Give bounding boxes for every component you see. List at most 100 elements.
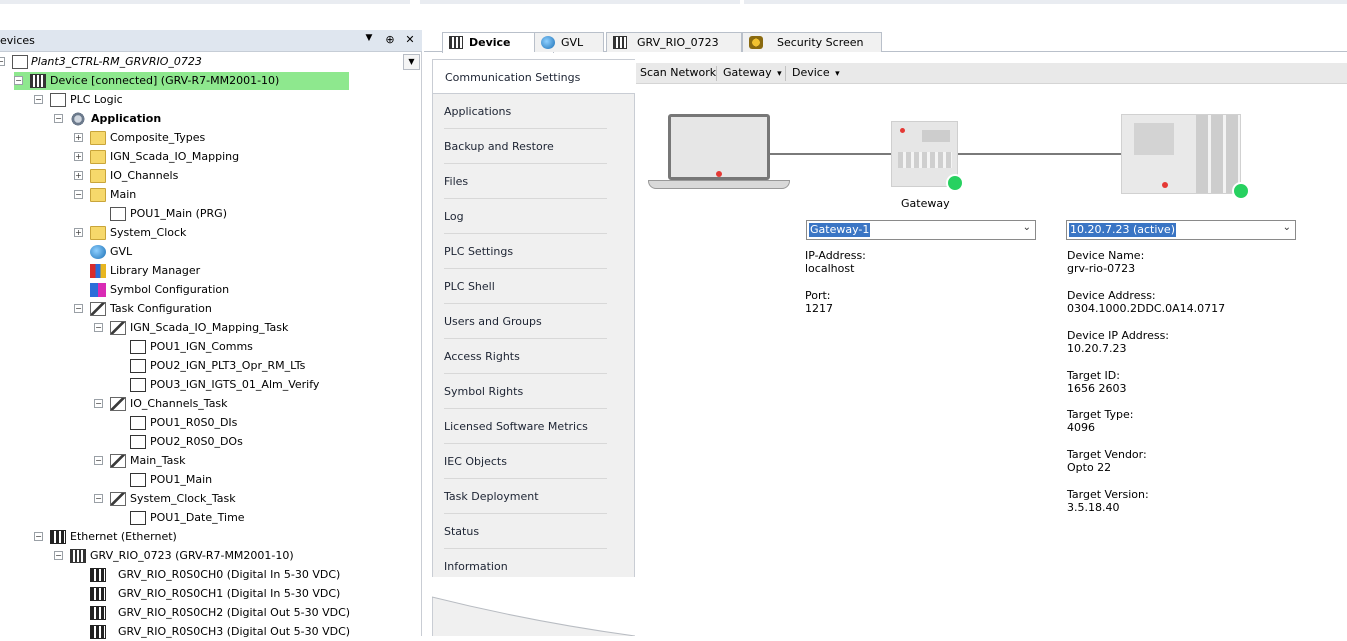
collapse-icon[interactable]: −: [94, 323, 103, 332]
tab-security-screen[interactable]: Security Screen: [742, 32, 882, 52]
project-icon: [12, 55, 28, 69]
folder-icon: [90, 226, 106, 240]
tab-label: Device: [469, 36, 511, 49]
menu-item-plc-shell[interactable]: PLC Shell: [432, 269, 635, 304]
collapse-icon[interactable]: −: [54, 551, 63, 560]
menu-item-access-rights[interactable]: Access Rights: [432, 339, 635, 374]
menu-item-label: Access Rights: [444, 350, 520, 363]
expand-icon[interactable]: +: [74, 152, 83, 161]
expand-icon[interactable]: +: [74, 133, 83, 142]
folder-icon: [90, 169, 106, 183]
menu-item-iec-objects[interactable]: IEC Objects: [432, 444, 635, 479]
toolbar-separator: [716, 66, 717, 81]
project-name: Plant3_CTRL-RM_GRVRIO_0723: [31, 55, 202, 68]
device-ip-label: Device IP Address:: [1067, 329, 1170, 342]
tree-node-label: GRV_RIO_R0S0CH1 (Digital In 5-30 VDC): [118, 587, 341, 600]
device-icon: [613, 36, 627, 49]
menu-item-licensed-software-metrics[interactable]: Licensed Software Metrics: [432, 409, 635, 444]
tree-node-project[interactable]: − Plant3_CTRL-RM_GRVRIO_0723: [0, 53, 400, 71]
globe-icon: [541, 36, 555, 49]
device-menu-label: Device: [792, 66, 830, 79]
device-ip-value: 10.20.7.23: [1067, 342, 1127, 355]
gateway-select[interactable]: Gateway-1 ⌄: [806, 220, 1036, 240]
collapse-icon[interactable]: −: [94, 494, 103, 503]
port-value: 1217: [805, 302, 833, 315]
project-dropdown-icon[interactable]: ▼: [403, 54, 420, 70]
ip-address-label: IP-Address:: [805, 249, 866, 262]
collapse-icon[interactable]: −: [74, 190, 83, 199]
expand-icon[interactable]: +: [74, 171, 83, 180]
io-module-icon: [90, 606, 106, 620]
menu-item-label: Task Deployment: [444, 490, 539, 503]
library-icon: [90, 264, 106, 278]
gateway-select-value: Gateway-1: [809, 223, 871, 237]
io-module-icon: [90, 625, 106, 639]
tree-node-label: GRV_RIO_R0S0CH0 (Digital In 5-30 VDC): [118, 568, 341, 581]
device-settings-menu: Communication Settings Applications Back…: [432, 57, 635, 636]
port-label: Port:: [805, 289, 831, 302]
collapse-icon[interactable]: −: [94, 456, 103, 465]
device-select-value: 10.20.7.23 (active): [1069, 223, 1176, 237]
tab-grv-rio[interactable]: GRV_RIO_0723: [606, 32, 742, 52]
menu-item-label: Licensed Software Metrics: [444, 420, 588, 433]
plc-device-icon[interactable]: [1121, 114, 1241, 194]
device-menu-button[interactable]: Device ▾: [792, 66, 840, 79]
collapse-icon[interactable]: −: [94, 399, 103, 408]
menu-item-label: Files: [444, 175, 469, 188]
menu-item-files[interactable]: Files: [432, 164, 635, 199]
collapse-icon[interactable]: −: [34, 532, 43, 541]
menu-item-symbol-rights[interactable]: Symbol Rights: [432, 374, 635, 409]
tree-node-device[interactable]: − Device [connected] (GRV-R7-MM2001-10): [14, 72, 349, 90]
target-vendor-label: Target Vendor:: [1067, 448, 1147, 461]
network-diagram: Gateway Gateway-1 ⌄ IP-Address: localhos…: [636, 85, 1347, 636]
target-id-value: 1656 2603: [1067, 382, 1127, 395]
network-wire: [770, 153, 891, 155]
gateway-menu-button[interactable]: Gateway ▾: [723, 66, 782, 79]
collapse-icon[interactable]: −: [54, 114, 63, 123]
collapse-icon[interactable]: −: [74, 304, 83, 313]
device-address-value: 0304.1000.2DDC.0A14.0717: [1067, 302, 1226, 315]
menu-item-communication-settings[interactable]: Communication Settings: [432, 59, 635, 94]
chevron-down-icon: ▾: [777, 69, 782, 79]
tree-node-label: POU2_IGN_PLT3_Opr_RM_LTs: [150, 359, 306, 372]
collapse-icon[interactable]: −: [34, 95, 43, 104]
menu-item-users-groups[interactable]: Users and Groups: [432, 304, 635, 339]
program-call-icon: [130, 378, 146, 392]
chevron-down-icon: ⌄: [1282, 222, 1291, 233]
menu-item-applications[interactable]: Applications: [432, 94, 635, 129]
tree-node-label: System_Clock: [110, 226, 187, 239]
menu-item-log[interactable]: Log: [432, 199, 635, 234]
menu-item-plc-settings[interactable]: PLC Settings: [432, 234, 635, 269]
laptop-indicator: [716, 171, 722, 177]
tree-node-label: Composite_Types: [110, 131, 206, 144]
menu-item-task-deployment[interactable]: Task Deployment: [432, 479, 635, 514]
tree-node-label: PLC Logic: [70, 93, 123, 106]
menu-item-label: Users and Groups: [444, 315, 542, 328]
menu-item-backup-restore[interactable]: Backup and Restore: [432, 129, 635, 164]
tree-node-label: IGN_Scada_IO_Mapping: [110, 150, 240, 163]
menu-item-label: Backup and Restore: [444, 140, 554, 153]
scan-network-button[interactable]: Scan Network: [640, 66, 716, 79]
menu-item-label: Applications: [444, 105, 512, 118]
chevron-down-icon: ▾: [835, 69, 840, 79]
collapse-icon[interactable]: −: [0, 57, 5, 66]
device-status-dot: [1232, 182, 1250, 200]
device-select[interactable]: 10.20.7.23 (active) ⌄: [1066, 220, 1296, 240]
target-version-label: Target Version:: [1067, 488, 1149, 501]
menu-item-status[interactable]: Status: [432, 514, 635, 549]
tree-node-label: POU1_Date_Time: [150, 511, 245, 524]
laptop-base: [648, 180, 790, 189]
globe-icon: [90, 245, 106, 259]
device-address-label: Device Address:: [1067, 289, 1156, 302]
tab-gvl[interactable]: GVL: [534, 32, 604, 52]
io-module-icon: [90, 568, 106, 582]
menu-item-label: Status: [444, 525, 480, 538]
collapse-icon[interactable]: −: [14, 76, 23, 85]
tree-node-label: GRV_RIO_R0S0CH3 (Digital Out 5-30 VDC): [118, 625, 351, 638]
gateway-status-dot: [946, 174, 964, 192]
expand-icon[interactable]: +: [74, 228, 83, 237]
target-type-value: 4096: [1067, 421, 1095, 434]
menu-item-label: PLC Shell: [444, 280, 495, 293]
top-strip-segment: [420, 0, 740, 4]
ip-address-value: localhost: [805, 262, 855, 275]
